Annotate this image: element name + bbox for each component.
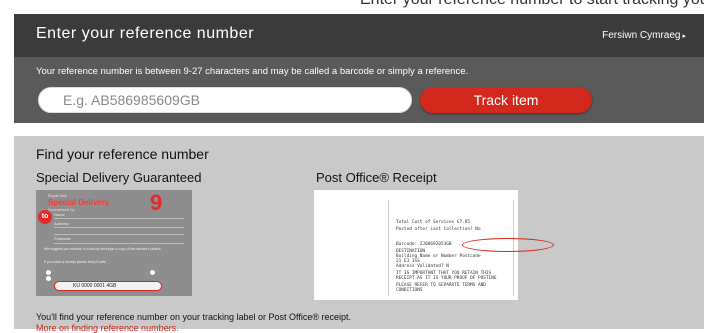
sdg-to-badge: to <box>38 210 52 224</box>
receipt-title: Post Office® Receipt <box>316 170 437 185</box>
sdg-divider <box>54 234 184 235</box>
special-delivery-title: Special Delivery Guaranteed <box>36 170 202 185</box>
sdg-text-1: We suggest you enclose in a sturdy envel… <box>44 247 162 251</box>
top-strip-text: Enter your reference number to start tra… <box>360 0 704 9</box>
reference-hint: Your reference number is between 9-27 ch… <box>36 66 469 77</box>
receipt-line: CONDITIONS <box>396 288 423 293</box>
sdg-dot <box>150 270 155 275</box>
sdg-divider <box>54 218 184 219</box>
sdg-divider <box>54 227 184 228</box>
reference-input-wrapper <box>38 87 412 113</box>
sdg-nine: 9 <box>150 190 163 215</box>
sdg-postcode-label: Postcode <box>54 236 71 241</box>
sdg-name-label: Name <box>54 212 65 217</box>
receipt-barcode-highlight <box>462 238 554 252</box>
sdg-address-label: Address <box>54 221 69 226</box>
arrow-right-icon: ▸ <box>682 33 686 40</box>
sdg-brand-name: Special Delivery <box>48 198 110 207</box>
more-reference-numbers-link[interactable]: More on finding reference numbers. <box>36 323 179 333</box>
help-footer-text: You'll find your reference number on you… <box>36 312 352 322</box>
receipt-line: Posted after Last Collection? No <box>396 227 481 232</box>
reference-input[interactable] <box>63 91 393 109</box>
receipt-line: Address Validated? N <box>396 264 449 269</box>
sdg-dot <box>46 276 51 281</box>
help-panel: Find your reference number Special Deliv… <box>14 136 704 333</box>
search-bar: Your reference number is between 9-27 ch… <box>14 57 704 123</box>
sdg-barcode-text: KU 0000 0001 4GB <box>73 283 117 289</box>
sdg-text-2: If you need a receipt please keep it saf… <box>44 260 107 264</box>
top-strip: Enter your reference number to start tra… <box>0 0 704 14</box>
sdg-dot <box>46 270 51 275</box>
special-delivery-label-image: Royal Mail Special Delivery Guaranteed b… <box>36 190 192 296</box>
track-item-button[interactable]: Track item <box>420 87 592 113</box>
welsh-language-link[interactable]: Fersiwn Cymraeg ▸ <box>602 30 686 41</box>
receipt-line: Total Cost of Services £7.95 <box>396 220 471 225</box>
receipt-line: Barcode: ZJ08692053GB <box>396 242 452 247</box>
help-heading: Find your reference number <box>36 146 209 162</box>
header-bar: Enter your reference number Fersiwn Cymr… <box>14 14 704 57</box>
page-title: Enter your reference number <box>36 25 255 42</box>
welsh-link-label: Fersiwn Cymraeg <box>602 30 681 41</box>
sdg-barcode-highlight: KU 0000 0001 4GB <box>54 281 162 291</box>
sdg-divider <box>54 243 184 244</box>
receipt-line: RECEIPT AS IT IS YOUR PROOF OF POSTING <box>396 276 497 281</box>
post-office-receipt-image: Total Cost of Services £7.95 Posted afte… <box>314 190 554 300</box>
